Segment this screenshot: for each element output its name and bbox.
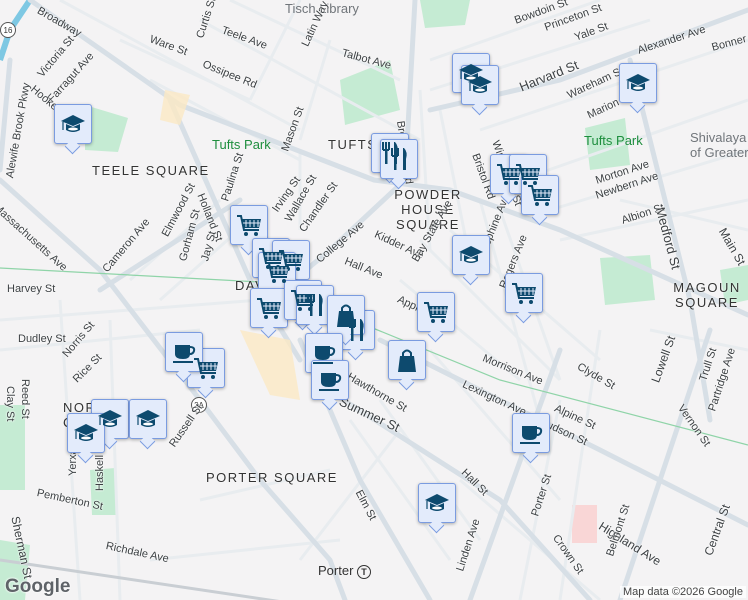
grocery-marker[interactable]: [505, 273, 543, 313]
school-icon: [60, 114, 86, 133]
shopping-marker[interactable]: [388, 340, 426, 380]
school-marker[interactable]: [619, 63, 657, 103]
mbta-t-icon: T: [357, 565, 372, 579]
street-label: Reed St: [19, 379, 31, 419]
porter-station[interactable]: Porter T: [318, 563, 372, 579]
poi-shivalaya[interactable]: Shivalaya of Greater: [690, 130, 748, 160]
cafe-icon: [172, 344, 196, 364]
school-icon: [97, 409, 123, 428]
map-attribution[interactable]: Map data ©2026 Google: [619, 586, 746, 598]
school-marker[interactable]: [452, 235, 490, 275]
cafe-marker[interactable]: [512, 413, 550, 453]
street-label: Harvey St: [7, 283, 56, 295]
cafe-marker[interactable]: [311, 360, 349, 400]
grocery-icon: [527, 185, 553, 207]
grocery-marker[interactable]: [250, 288, 288, 328]
street-label: Clay St: [4, 386, 16, 422]
school-icon: [135, 409, 161, 428]
cafe-icon: [312, 345, 336, 365]
restaurant-icon: [391, 147, 408, 171]
area-porter-square: PORTER SQUARE: [206, 470, 338, 485]
school-marker[interactable]: [418, 483, 456, 523]
shopping-icon: [397, 349, 417, 373]
school-icon: [458, 245, 484, 264]
grocery-marker[interactable]: [417, 292, 455, 332]
school-icon: [625, 73, 651, 92]
street-label: Dudley St: [18, 333, 66, 345]
school-icon: [467, 75, 493, 94]
grocery-icon: [264, 262, 290, 284]
grocery-icon: [236, 215, 262, 237]
school-marker[interactable]: [461, 65, 499, 105]
school-icon: [73, 423, 99, 442]
park-label: Tufts Park: [212, 137, 271, 152]
restaurant-icon: [307, 293, 324, 317]
area-teele-square: TEELE SQUARE: [92, 163, 210, 178]
school-marker[interactable]: [54, 104, 92, 144]
tufts-park-label: Tufts Park: [584, 133, 643, 148]
route-16-shield: 16: [0, 22, 16, 38]
google-logo[interactable]: Google: [5, 576, 70, 598]
grocery-icon: [423, 302, 449, 324]
area-magoun-square: MAGOUN SQUARE: [673, 280, 741, 310]
cafe-icon: [318, 372, 342, 392]
grocery-icon: [256, 298, 282, 320]
grocery-icon: [511, 283, 537, 305]
school-marker[interactable]: [129, 399, 167, 439]
restaurant-marker[interactable]: [380, 139, 418, 179]
map-canvas[interactable]: 16 2A Tisch Library Shivalaya of Greater…: [0, 0, 748, 600]
school-icon: [424, 493, 450, 512]
shopping-icon: [336, 304, 356, 328]
school-marker[interactable]: [67, 413, 105, 453]
station-name: Porter: [318, 563, 354, 578]
grocery-marker[interactable]: [521, 175, 559, 215]
area-tufts: TUFTS: [328, 137, 378, 152]
cafe-icon: [519, 425, 543, 445]
building: [572, 505, 597, 543]
